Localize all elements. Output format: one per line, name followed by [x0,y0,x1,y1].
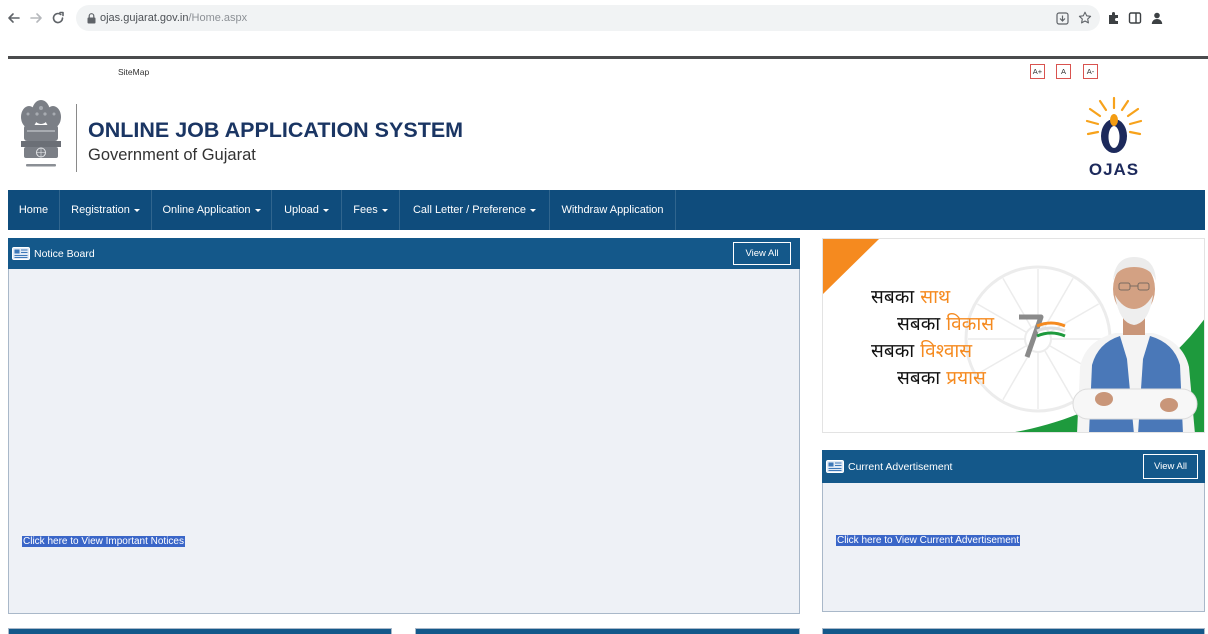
notice-view-all-button[interactable]: View All [733,242,791,265]
nav-home[interactable]: Home [8,190,60,230]
nav-registration[interactable]: Registration [60,190,152,230]
install-icon[interactable] [1052,8,1072,28]
current-advertisement-panel: Current Advertisement View All Click her… [822,450,1205,612]
back-icon[interactable] [4,8,24,28]
nav-fees[interactable]: Fees [342,190,400,230]
notice-board-header: Notice Board View All [8,238,800,269]
site-subtitle: Government of Gujarat [88,146,256,164]
nav-withdraw-application[interactable]: Withdraw Application [550,190,676,230]
nav-label: Call Letter / Preference [412,204,527,216]
slogan-word-highlight: विकास [946,313,995,335]
banner-slogan-line: सबका प्रयास [897,366,986,390]
caret-down-icon [530,208,537,212]
nav-call-letter-preference[interactable]: Call Letter / Preference [400,190,550,230]
page-top-rule [8,56,1208,59]
banner-slogan-line: सबका विकास [897,312,994,336]
site-info-icon[interactable] [84,11,98,25]
address-bar[interactable]: ojas.gujarat.gov.in/Home.aspx [76,5,1100,31]
lower-panel-header [822,628,1205,634]
nav-online-application[interactable]: Online Application [152,190,272,230]
logo-text: OJAS [1089,160,1139,179]
notice-board-title: Notice Board [34,248,95,260]
nav-label: Online Application [162,204,251,216]
nav-label: Home [18,204,49,216]
slogan-word: सबका [871,340,915,362]
banner-slogan-line: सबका विश्वास [871,339,972,363]
forward-icon[interactable] [26,8,46,28]
profile-icon[interactable] [1147,8,1167,28]
ojas-logo[interactable]: OJAS [1078,96,1150,180]
nav-upload[interactable]: Upload [272,190,342,230]
banner-slogan-line: सबका साथ [871,285,950,309]
promo-banner: सबका साथ सबका विकास सबका विश्वास सबका प्… [822,238,1205,433]
lower-panel-header [8,628,392,634]
slogan-word: सबका [897,367,941,389]
nav-label: Withdraw Application [561,204,664,216]
current-advertisement-header: Current Advertisement View All [822,450,1205,483]
url-text[interactable]: ojas.gujarat.gov.in/Home.aspx [100,11,247,25]
slogan-word-highlight: विश्वास [920,340,973,362]
caret-down-icon [133,208,140,212]
caret-down-icon [254,208,261,212]
emblem-abacus [21,141,61,158]
logo-o-mark [1101,114,1127,153]
notice-board-panel: Notice Board View All Click here to View… [8,238,800,614]
url-path: /Home.aspx [188,12,248,24]
slogan-word-highlight: प्रयास [946,367,986,389]
caret-down-icon [381,208,388,212]
nav-label: Upload [284,204,319,216]
advertisement-view-all-button[interactable]: View All [1143,454,1198,479]
browser-toolbar: ojas.gujarat.gov.in/Home.aspx [0,0,1208,38]
star-icon[interactable] [1075,8,1095,28]
font-normal-button[interactable]: A [1056,64,1071,79]
leader-portrait [1072,257,1198,432]
emblem-motto-mark [26,164,56,167]
slogan-word: सबका [871,286,915,308]
font-increase-button[interactable]: A+ [1030,64,1045,79]
url-host: ojas.gujarat.gov.in [100,12,189,24]
main-nav: Home Registration Online Application Upl… [8,190,1205,230]
lower-panel-header [415,628,800,634]
current-advertisement-link[interactable]: Click here to View Current Advertisement [836,535,1021,546]
national-emblem [16,98,66,176]
site-title: ONLINE JOB APPLICATION SYSTEM [88,118,464,142]
extensions-icon[interactable] [1104,8,1124,28]
nav-label: Fees [353,204,378,216]
nav-label: Registration [71,204,130,216]
newspaper-icon [12,247,30,260]
sidebar-icon[interactable] [1125,8,1145,28]
sitemap-link[interactable]: SiteMap [118,67,149,77]
newspaper-icon [826,460,844,473]
reload-icon[interactable] [48,8,68,28]
caret-down-icon [322,208,329,212]
slogan-word-highlight: साथ [920,286,951,308]
important-notices-link[interactable]: Click here to View Important Notices [22,536,185,547]
current-advertisement-title: Current Advertisement [848,461,953,473]
slogan-word: सबका [897,313,941,335]
font-decrease-button[interactable]: A- [1083,64,1098,79]
header-divider [76,104,77,172]
